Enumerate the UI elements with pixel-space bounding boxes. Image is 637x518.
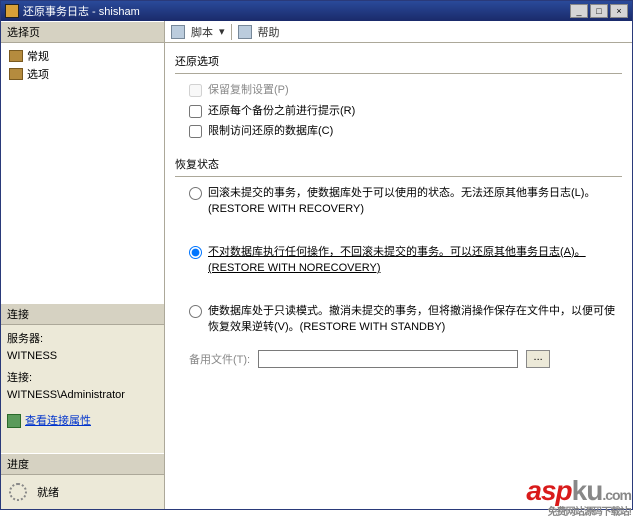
script-button[interactable]: 脚本	[191, 24, 213, 40]
standby-radio-row: 使数据库处于只读模式。撤消未提交的事务，但将撤消操作保存在文件中，以便可使恢复效…	[189, 303, 622, 336]
backup-file-row: 备用文件(T): ...	[189, 350, 622, 368]
prompt-each-label: 还原每个备份之前进行提示(R)	[208, 103, 355, 120]
properties-icon	[7, 414, 21, 428]
minimize-button[interactable]: _	[570, 4, 588, 18]
recovery-state-title: 恢复状态	[175, 156, 622, 172]
restore-options-title: 还原选项	[175, 53, 622, 69]
recovery-radio-row: 回滚未提交的事务，使数据库处于可以使用的状态。无法还原其他事务日志(L)。(RE…	[189, 185, 622, 218]
window-buttons: _ □ ×	[570, 4, 628, 18]
connection-box: 服务器: WITNESS 连接: WITNESS\Administrator 查…	[1, 325, 164, 453]
prompt-each-row: 还原每个备份之前进行提示(R)	[189, 103, 622, 120]
maximize-button[interactable]: □	[590, 4, 608, 18]
backup-file-input	[258, 350, 518, 368]
server-value: WITNESS	[7, 348, 158, 365]
keep-replication-checkbox	[189, 84, 202, 97]
browse-button[interactable]: ...	[526, 350, 550, 368]
norecovery-radio-row: 不对数据库执行任何操作，不回滚未提交的事务。可以还原其他事务日志(A)。(RES…	[189, 244, 622, 277]
dropdown-icon[interactable]: ▾	[219, 25, 225, 38]
spinner-icon	[9, 483, 27, 501]
view-properties-label: 查看连接属性	[25, 413, 91, 430]
divider	[175, 176, 622, 177]
toolbar: 脚本 ▾ 帮助	[165, 21, 632, 43]
content-area: 还原选项 保留复制设置(P) 还原每个备份之前进行提示(R) 限制访问还原的数据…	[165, 43, 632, 509]
app-icon	[5, 4, 19, 18]
select-page-header: 选择页	[1, 21, 164, 43]
server-label: 服务器:	[7, 331, 158, 348]
recovery-label: 回滚未提交的事务，使数据库处于可以使用的状态。无法还原其他事务日志(L)。(RE…	[208, 185, 622, 218]
help-button[interactable]: 帮助	[258, 24, 280, 40]
progress-box: 就绪	[1, 475, 164, 509]
page-icon	[9, 68, 23, 80]
conn-value: WITNESS\Administrator	[7, 387, 158, 404]
keep-replication-label: 保留复制设置(P)	[208, 82, 289, 99]
page-item-label: 选项	[27, 66, 49, 82]
page-icon	[9, 50, 23, 62]
progress-status: 就绪	[37, 484, 59, 500]
progress-header: 进度	[1, 453, 164, 475]
title-bar[interactable]: 还原事务日志 - shisham _ □ ×	[1, 1, 632, 21]
toolbar-separator	[231, 24, 232, 40]
norecovery-label: 不对数据库执行任何操作，不回滚未提交的事务。可以还原其他事务日志(A)。(RES…	[208, 244, 622, 277]
window-title: 还原事务日志 - shisham	[23, 3, 140, 19]
close-button[interactable]: ×	[610, 4, 628, 18]
standby-radio[interactable]	[189, 305, 202, 318]
connection-header: 连接	[1, 303, 164, 325]
page-item-general[interactable]: 常规	[7, 47, 158, 65]
dialog-window: 还原事务日志 - shisham _ □ × 选择页 常规 选项 连接	[0, 0, 633, 510]
restrict-access-row: 限制访问还原的数据库(C)	[189, 123, 622, 140]
recovery-radio[interactable]	[189, 187, 202, 200]
page-list: 常规 选项	[1, 43, 164, 303]
main-pane: 脚本 ▾ 帮助 还原选项 保留复制设置(P) 还原每个备份之前进行提示(R)	[165, 21, 632, 509]
restrict-access-label: 限制访问还原的数据库(C)	[208, 123, 333, 140]
keep-replication-row: 保留复制设置(P)	[189, 82, 622, 99]
view-properties-link[interactable]: 查看连接属性	[7, 413, 158, 430]
backup-file-label: 备用文件(T):	[189, 351, 250, 367]
page-item-options[interactable]: 选项	[7, 65, 158, 83]
prompt-each-checkbox[interactable]	[189, 105, 202, 118]
conn-label: 连接:	[7, 370, 158, 387]
restrict-access-checkbox[interactable]	[189, 125, 202, 138]
script-icon	[171, 25, 185, 39]
page-item-label: 常规	[27, 48, 49, 64]
standby-label: 使数据库处于只读模式。撤消未提交的事务，但将撤消操作保存在文件中，以便可使恢复效…	[208, 303, 622, 336]
dialog-body: 选择页 常规 选项 连接 服务器: WITNESS 连接: WITNESS\Ad…	[1, 21, 632, 509]
left-pane: 选择页 常规 选项 连接 服务器: WITNESS 连接: WITNESS\Ad…	[1, 21, 165, 509]
norecovery-radio[interactable]	[189, 246, 202, 259]
divider	[175, 73, 622, 74]
help-icon	[238, 25, 252, 39]
